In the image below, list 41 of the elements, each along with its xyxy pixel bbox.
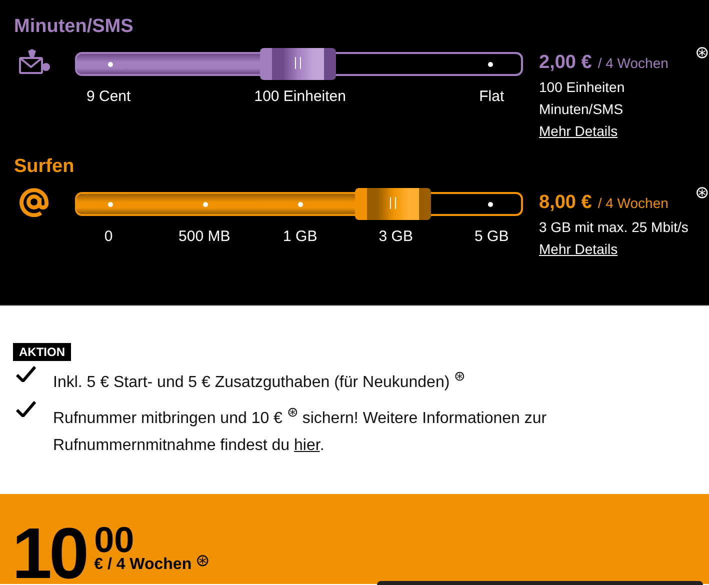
total-price: 10 — [12, 524, 86, 584]
checkmark-icon — [16, 366, 36, 382]
info-link[interactable]: hier — [294, 436, 320, 454]
tick-dot — [298, 202, 304, 207]
tick-label: Flat — [479, 88, 504, 105]
tick-label: 1 GB — [283, 228, 318, 245]
plan-detail: 3 GB mit max. 25 Mbit/s — [539, 218, 690, 237]
promo-badge: AKTION — [13, 343, 71, 361]
details-link[interactable]: Mehr Details — [539, 238, 618, 260]
tick-dot — [203, 202, 208, 207]
total-cents: 00 — [94, 524, 134, 556]
tick-dot — [108, 202, 114, 207]
tick-label: 500 MB — [178, 228, 230, 245]
promo-text: Rufnummer mitbringen und 10 € $^{⊛}$ sichern! Weitere Informationen zur Rufnummernmitnahme findest du hier. — [53, 403, 548, 456]
at-sign-icon — [19, 187, 49, 217]
tick-dot — [488, 202, 493, 207]
footnote-mark: ⊛ — [695, 182, 709, 203]
plan-detail: Minuten/SMS — [539, 100, 624, 119]
footnote-mark: ⊛ — [695, 42, 709, 63]
tick-label: 9 Cent — [86, 88, 131, 105]
tick-dot — [108, 62, 114, 67]
price-period: / 4 Wochen — [598, 55, 668, 71]
promo-text: Inkl. 5 € Start- und 5 € Zusatzguthaben (für Neukunden) $^{⊛}$ — [53, 368, 466, 394]
envelope-icon — [19, 49, 51, 75]
tick-dot — [488, 62, 493, 67]
tick-label: 3 GB — [378, 228, 413, 245]
total-period: € / 4 Wochen — [94, 556, 192, 574]
section-title: Minuten/SMS — [14, 16, 134, 39]
slider-handle[interactable] — [355, 188, 432, 220]
tick-label: 5 GB — [474, 228, 509, 245]
footnote-mark: ⊛ — [196, 550, 210, 571]
checkmark-icon — [16, 401, 36, 418]
details-link[interactable]: Mehr Details — [539, 120, 618, 142]
plan-detail: 100 Einheiten — [539, 78, 626, 97]
price: 2,00 € — [539, 52, 592, 74]
slider-handle[interactable] — [260, 48, 336, 80]
price: 8,00 € — [539, 192, 592, 214]
tick-label: 100 Einheiten — [254, 88, 346, 105]
price-period: / 4 Wochen — [598, 195, 668, 211]
tick-label: 0 — [104, 228, 113, 245]
section-title: Surfen — [14, 156, 76, 179]
